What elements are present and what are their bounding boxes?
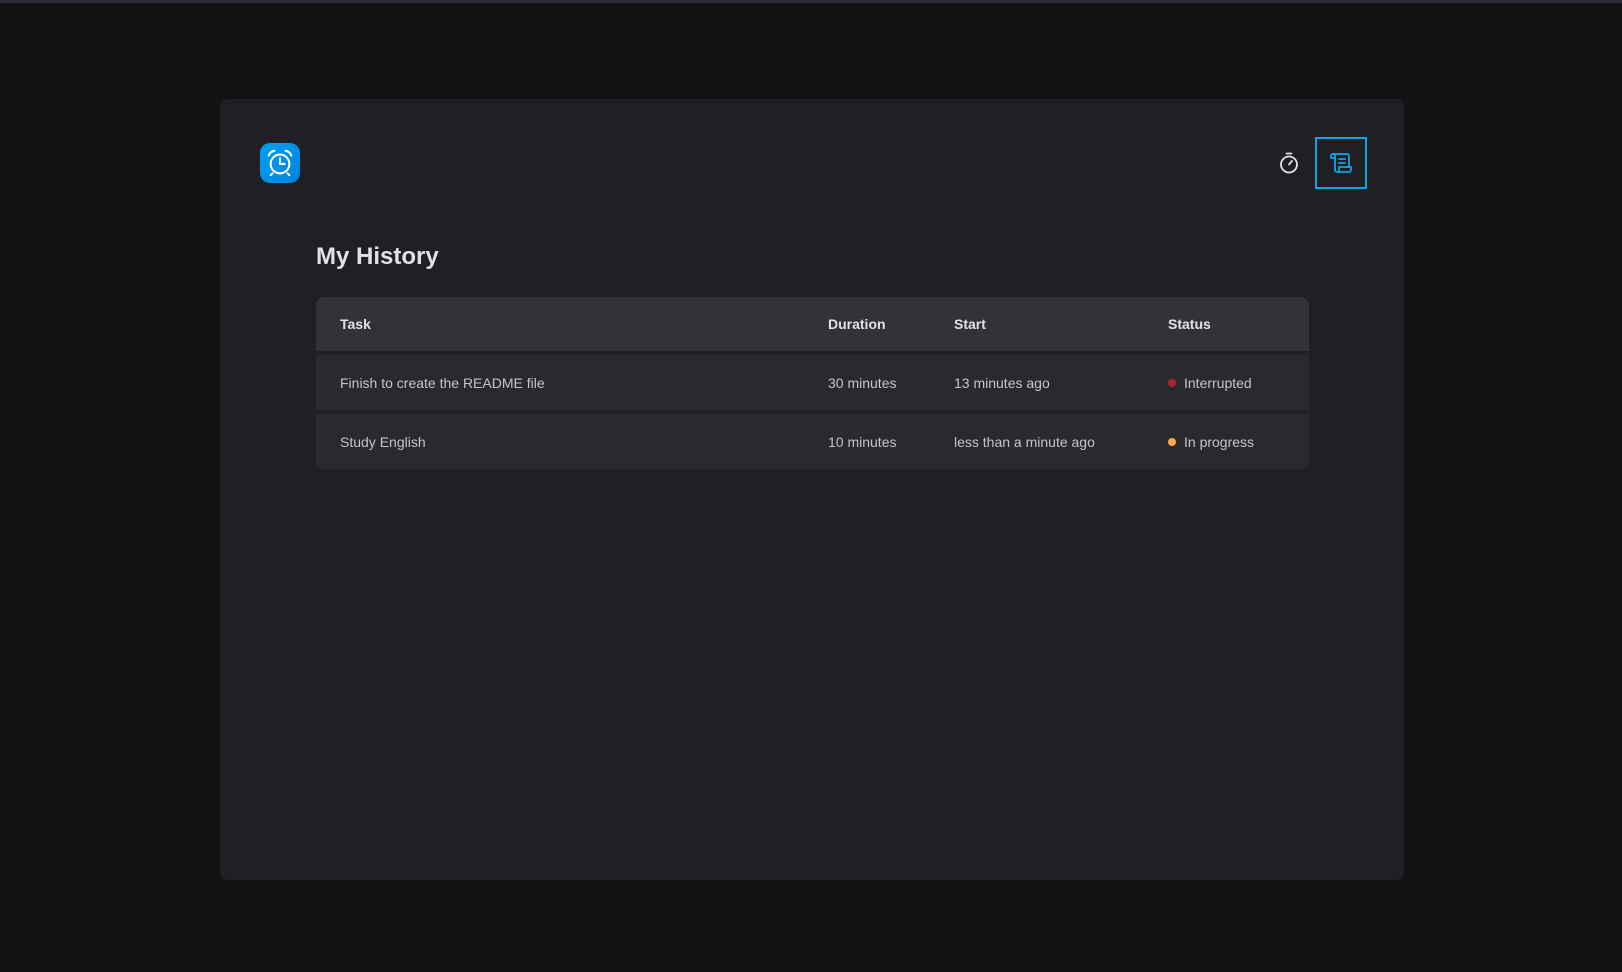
task-cell: Finish to create the README file (340, 374, 545, 391)
page-title: My History (316, 243, 439, 270)
status-dot (1168, 437, 1176, 446)
history-section: My History Task Duration Start Status Fi… (316, 239, 1309, 469)
timer-icon (1280, 152, 1298, 174)
status-label: In progress (1184, 433, 1255, 450)
app-container: My History Task Duration Start Status Fi… (220, 99, 1404, 880)
duration-cell: 10 minutes (828, 433, 897, 450)
start-cell: less than a minute ago (954, 433, 1095, 450)
column-header-task: Task (340, 316, 371, 332)
status-cell: In progress (1168, 434, 1309, 450)
status-cell: Interrupted (1168, 375, 1309, 391)
header-nav (1263, 137, 1367, 189)
table-row: Finish to create the README file 30 minu… (316, 355, 1309, 410)
start-cell: 13 minutes ago (954, 374, 1050, 391)
status-dot (1168, 378, 1176, 387)
status-label: Interrupted (1184, 374, 1252, 391)
nav-history-button[interactable] (1315, 137, 1367, 189)
column-header-status: Status (1168, 316, 1211, 332)
column-header-start: Start (954, 316, 986, 332)
duration-cell: 30 minutes (828, 374, 897, 391)
column-header-duration: Duration (828, 316, 886, 332)
window-top-border (0, 0, 1622, 3)
alarm-clock-icon (267, 149, 293, 177)
table-row: Study English 10 minutes less than a min… (316, 414, 1309, 469)
history-table: Task Duration Start Status Finish to cre… (316, 297, 1309, 469)
nav-timer-button[interactable] (1263, 137, 1315, 189)
app-logo (260, 143, 300, 183)
task-cell: Study English (340, 433, 426, 450)
scroll-icon (1330, 153, 1352, 173)
table-header: Task Duration Start Status (316, 297, 1309, 351)
